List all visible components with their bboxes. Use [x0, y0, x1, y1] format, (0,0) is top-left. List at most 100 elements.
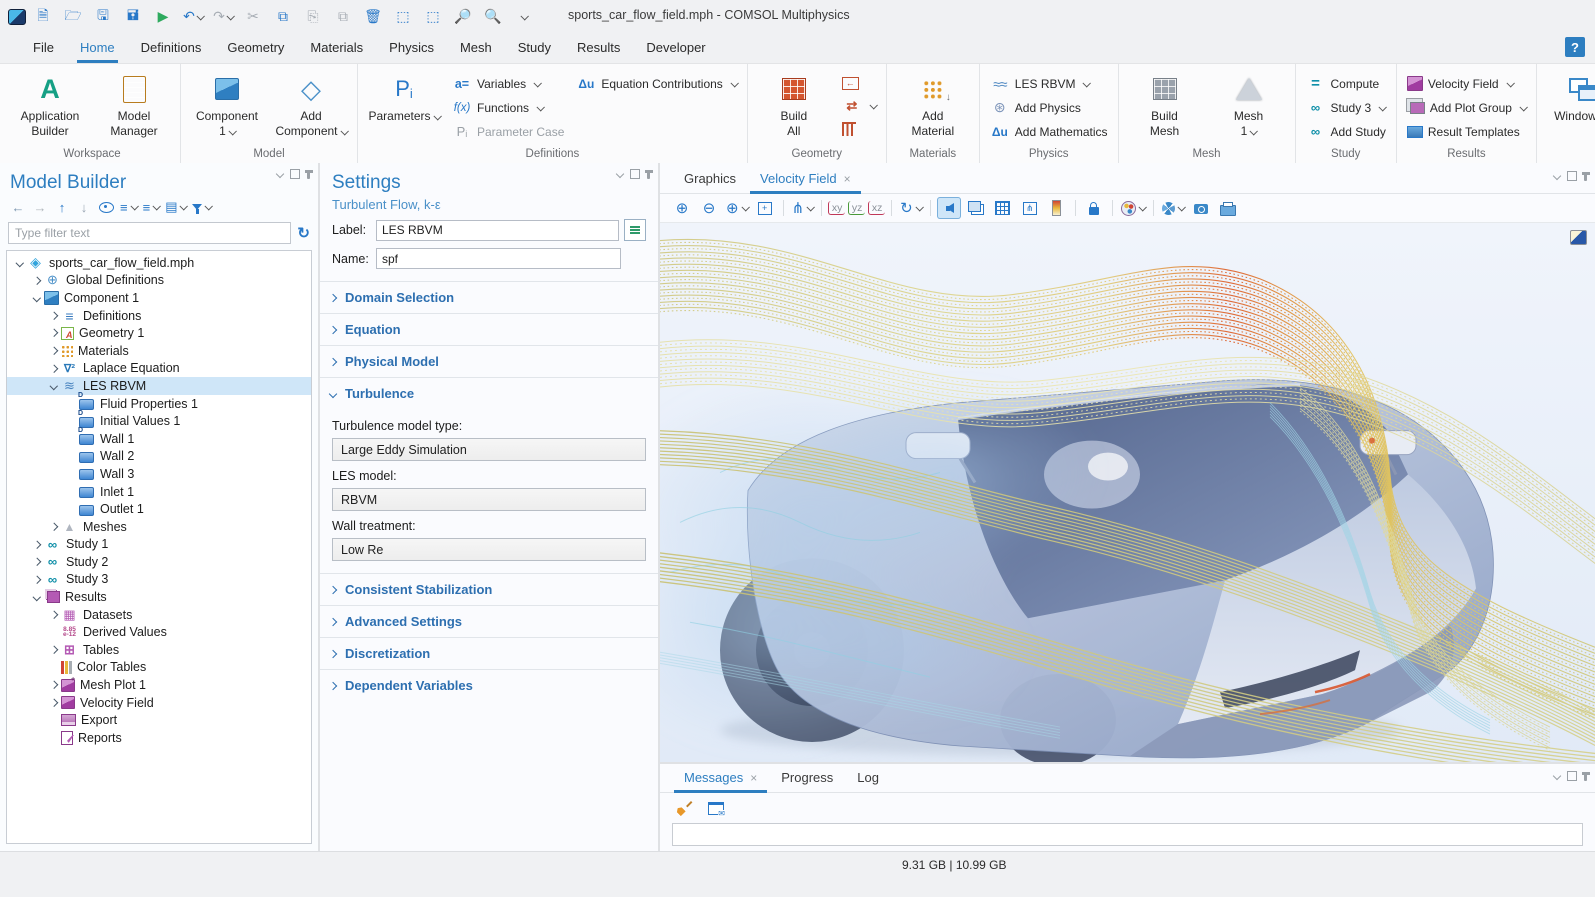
panel-menu-icon[interactable]: [276, 170, 284, 178]
filter-input[interactable]: [8, 222, 291, 244]
section-header[interactable]: Equation: [320, 314, 658, 345]
tree-expander-icon[interactable]: [30, 559, 44, 565]
find-in-model-icon[interactable]: 🔍: [480, 5, 506, 29]
tree-node-meshes[interactable]: Meshes: [7, 518, 311, 536]
build-all-button[interactable]: BuildAll: [754, 70, 834, 141]
tree-expander-icon[interactable]: [47, 524, 61, 530]
view-xy-icon[interactable]: xy: [828, 201, 845, 215]
redo-icon[interactable]: ↷: [210, 5, 236, 29]
application-builder-button[interactable]: AApplicationBuilder: [10, 70, 90, 141]
appearance-icon[interactable]: [1119, 197, 1147, 219]
panel-pin-icon[interactable]: [1584, 772, 1587, 781]
tree-expander-icon[interactable]: [47, 330, 61, 336]
move-down-icon[interactable]: ↓: [74, 198, 94, 216]
zoom-extents-icon[interactable]: +: [753, 197, 777, 219]
rotate-view-icon[interactable]: ↻: [898, 197, 924, 219]
tree-node-reports[interactable]: Reports: [7, 729, 311, 747]
view-yz-icon[interactable]: yz: [848, 201, 865, 215]
paste-icon[interactable]: ⎘: [300, 5, 326, 29]
clear-messages-icon[interactable]: [672, 797, 696, 819]
tree-node-velocity-field[interactable]: Velocity Field: [7, 694, 311, 712]
update-icon[interactable]: ⇄: [838, 97, 880, 115]
scene-light-icon[interactable]: [937, 197, 961, 219]
mesh-1-button[interactable]: Mesh1: [1209, 70, 1289, 141]
parameters-button[interactable]: PiParameters: [364, 70, 444, 126]
tree-node-results[interactable]: Results: [7, 588, 311, 606]
find-icon[interactable]: 🔎: [450, 5, 476, 29]
tree-node-laplace-equation[interactable]: Laplace Equation: [7, 360, 311, 378]
tree-expander-icon[interactable]: [47, 612, 61, 618]
tree-node-export[interactable]: Export: [7, 711, 311, 729]
wall-treatment-dropdown[interactable]: Low Re: [332, 538, 646, 561]
customize-caret-icon[interactable]: [510, 5, 536, 29]
tree-node-study-2[interactable]: Study 2: [7, 553, 311, 571]
tree-node-tables[interactable]: Tables: [7, 641, 311, 659]
undo-icon[interactable]: ↶: [180, 5, 206, 29]
panel-float-icon[interactable]: [1567, 171, 1577, 181]
tree-expander-icon[interactable]: [47, 313, 61, 319]
tree-node-les-rbvm[interactable]: LES RBVM: [7, 377, 311, 395]
tree-expander-icon[interactable]: [47, 348, 61, 354]
zoom-in-icon[interactable]: ⊕: [670, 197, 694, 219]
menu-item-definitions[interactable]: Definitions: [128, 35, 215, 62]
show-icon[interactable]: [96, 198, 116, 216]
environment-reflections-icon[interactable]: [1160, 197, 1186, 219]
menu-item-materials[interactable]: Materials: [297, 35, 376, 62]
section-header[interactable]: Consistent Stabilization: [320, 574, 658, 605]
axis-orientation-icon[interactable]: ⋔: [1018, 197, 1042, 219]
run-icon[interactable]: ▶: [150, 5, 176, 29]
menu-item-home[interactable]: Home: [67, 35, 128, 62]
graphics-tab-velocity-field[interactable]: Velocity Field×: [748, 165, 863, 193]
menu-item-developer[interactable]: Developer: [633, 35, 718, 62]
tree-node-wall-3[interactable]: Wall 3: [7, 465, 311, 483]
section-header[interactable]: Advanced Settings: [320, 606, 658, 637]
node-label-icon[interactable]: ▤: [163, 198, 188, 216]
variables-button[interactable]: a=Variables: [448, 73, 568, 94]
tree-expander-icon[interactable]: [47, 647, 61, 653]
tree-node-materials[interactable]: Materials: [7, 342, 311, 360]
panel-float-icon[interactable]: [290, 169, 300, 179]
comsol-logo[interactable]: [8, 9, 26, 25]
tree-expander-icon[interactable]: [30, 577, 44, 583]
collapse-all-icon[interactable]: ≡: [141, 198, 162, 216]
add-material-button[interactable]: AddMaterial: [893, 70, 973, 141]
parameter-case-button[interactable]: PᵢParameter Case: [448, 121, 568, 142]
color-legend-icon[interactable]: [1045, 197, 1069, 219]
new-file-icon[interactable]: 🗎: [30, 5, 56, 29]
expand-all-icon[interactable]: ≡: [118, 198, 139, 216]
tree-node-mesh-plot-1[interactable]: Mesh Plot 1: [7, 676, 311, 694]
image-snapshot-icon[interactable]: [1189, 197, 1213, 219]
open-in-window-icon[interactable]: [1570, 230, 1587, 245]
add-study-button[interactable]: ∞Add Study: [1302, 121, 1390, 142]
panel-pin-icon[interactable]: [1584, 172, 1587, 181]
graphics-tab-graphics[interactable]: Graphics: [672, 165, 748, 193]
component-1-button[interactable]: Component1: [187, 70, 267, 141]
lock-view-icon[interactable]: [1082, 197, 1106, 219]
select-box-icon[interactable]: ⬚: [390, 5, 416, 29]
section-header[interactable]: Domain Selection: [320, 282, 658, 313]
panel-float-icon[interactable]: [1567, 771, 1577, 781]
tree-node-derived-values[interactable]: Derived Values: [7, 623, 311, 641]
build-mesh-button[interactable]: BuildMesh: [1125, 70, 1205, 141]
add-component-button[interactable]: ◇AddComponent: [271, 70, 351, 141]
graphics-viewport[interactable]: [660, 223, 1595, 762]
tree-node-definitions[interactable]: Definitions: [7, 307, 311, 325]
model-manager-button[interactable]: ModelManager: [94, 70, 174, 141]
tree-node-inlet-1[interactable]: Inlet 1: [7, 483, 311, 501]
copy-icon[interactable]: ⧉: [270, 5, 296, 29]
filter-icon[interactable]: [190, 198, 213, 216]
panel-menu-icon[interactable]: [1553, 772, 1561, 780]
compute-button[interactable]: =Compute: [1302, 73, 1390, 94]
tree-node-study-1[interactable]: Study 1: [7, 536, 311, 554]
turbulence-model-type-dropdown[interactable]: Large Eddy Simulation: [332, 438, 646, 461]
panel-menu-icon[interactable]: [1553, 172, 1561, 180]
grid-icon[interactable]: [991, 197, 1015, 219]
save-as-icon[interactable]: 🖬: [120, 5, 146, 29]
open-file-icon[interactable]: 🗁: [60, 5, 86, 29]
view-xz-icon[interactable]: xz: [868, 201, 885, 215]
messages-tab-progress[interactable]: Progress: [769, 764, 845, 792]
messages-tab-messages[interactable]: Messages×: [672, 764, 769, 792]
tree-expander-icon[interactable]: [47, 700, 61, 706]
tree-node-outlet-1[interactable]: Outlet 1: [7, 500, 311, 518]
tree-node-wall-2[interactable]: Wall 2: [7, 448, 311, 466]
